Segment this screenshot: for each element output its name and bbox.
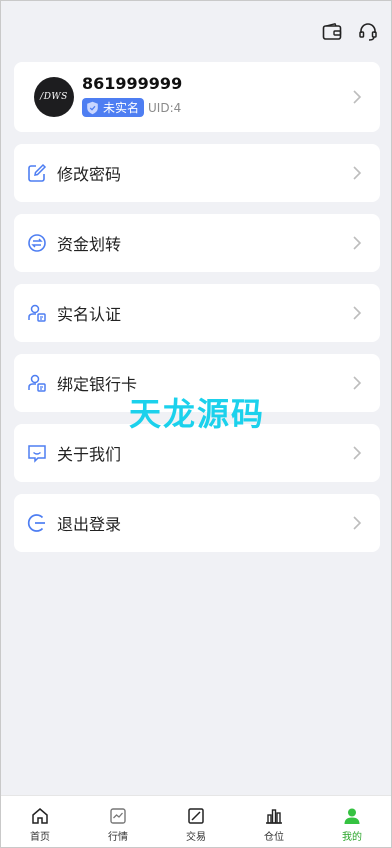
menu-item-label: 关于我们 [57, 445, 122, 464]
chevron-right-icon [353, 90, 362, 104]
top-action-bar [321, 21, 379, 43]
chat-smile-icon [26, 442, 48, 464]
tab-trade[interactable]: 交易 [157, 796, 235, 847]
menu-item-bind-bank-card[interactable]: 绑定银行卡 [14, 354, 380, 412]
menu-item-label: 修改密码 [57, 165, 122, 184]
id-verify-icon [26, 302, 48, 324]
menu-item-label: 资金划转 [57, 235, 122, 254]
tab-market[interactable]: 行情 [79, 796, 157, 847]
user-icon [342, 806, 362, 826]
verification-badge: 未实名 [82, 98, 145, 117]
verification-row: 未实名 UID:4 [82, 98, 181, 117]
menu-item-change-password[interactable]: 修改密码 [14, 144, 380, 202]
market-icon [108, 806, 128, 826]
chevron-right-icon [353, 306, 362, 320]
chevron-right-icon [353, 376, 362, 390]
menu-item-fund-transfer[interactable]: 资金划转 [14, 214, 380, 272]
bottom-tab-bar: 首页 行情 交易 仓位 我的 [1, 795, 391, 847]
menu-item-real-name-verification[interactable]: 实名认证 [14, 284, 380, 342]
menu-item-about-us[interactable]: 关于我们 [14, 424, 380, 482]
verification-status: 未实名 [103, 101, 140, 115]
uid-label: UID:4 [148, 100, 182, 115]
menu-item-label: 绑定银行卡 [57, 375, 138, 394]
home-icon [30, 806, 50, 826]
trade-icon [186, 806, 206, 826]
tab-position[interactable]: 仓位 [235, 796, 313, 847]
tab-label: 行情 [108, 832, 128, 843]
chevron-right-icon [353, 236, 362, 250]
chevron-right-icon [353, 446, 362, 460]
tab-label: 交易 [186, 832, 206, 843]
tab-home[interactable]: 首页 [1, 796, 79, 847]
wallet-icon[interactable] [321, 21, 343, 43]
logout-icon [26, 512, 48, 534]
username: 861999999 [82, 74, 183, 93]
chevron-right-icon [353, 516, 362, 530]
menu-item-label: 退出登录 [57, 515, 122, 534]
bank-card-icon [26, 372, 48, 394]
transfer-icon [26, 232, 48, 254]
avatar: /DWS [34, 77, 74, 117]
tab-label: 仓位 [264, 832, 284, 843]
tab-label: 首页 [30, 832, 50, 843]
tab-label: 我的 [342, 832, 362, 843]
position-icon [264, 806, 284, 826]
profile-card[interactable]: /DWS 861999999 未实名 UID:4 [14, 62, 380, 132]
menu-item-label: 实名认证 [57, 305, 122, 324]
edit-icon [26, 162, 48, 184]
headset-icon[interactable] [357, 21, 379, 43]
tab-mine[interactable]: 我的 [313, 796, 391, 847]
chevron-right-icon [353, 166, 362, 180]
shield-icon [87, 101, 98, 114]
menu-item-logout[interactable]: 退出登录 [14, 494, 380, 552]
